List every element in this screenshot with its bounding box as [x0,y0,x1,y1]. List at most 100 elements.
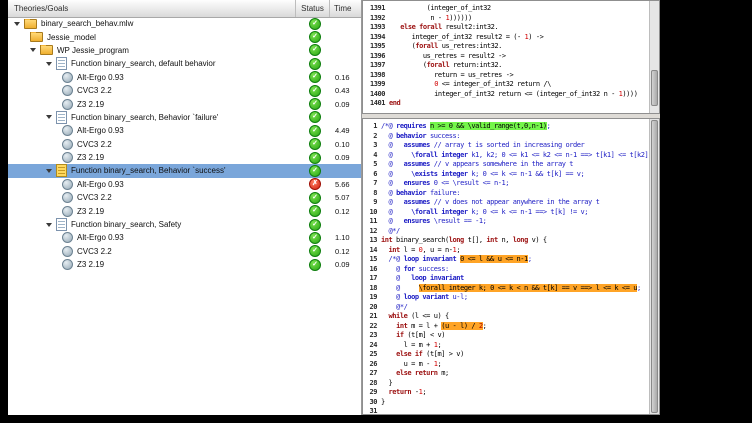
code-line: 21 while (l <= u) { [365,312,650,322]
code-line: 1400 integer_of_int32 return <= (integer… [365,90,650,100]
tree-row-label: Function binary_search, default behavior [71,59,216,68]
tree-row-label: Z3 2.19 [77,153,104,162]
folder-icon [30,32,43,42]
time-cell: 0.16 [335,73,350,82]
tree-row[interactable]: Function binary_search, Behavior `failur… [8,111,361,124]
tree-row[interactable]: Z3 2.19✓0.12 [8,204,361,217]
code-line: 15 /*@ loop invariant 0 <= l && u <= n-1… [365,255,650,265]
proof-tree-panel[interactable]: Theories/Goals Status Time binary_search… [8,0,362,415]
tree-row[interactable]: Alt-Ergo 0.93✓1.10 [8,231,361,244]
tree-row[interactable]: Jessie_model✓ [8,30,361,43]
line-number: 12 [365,227,377,237]
source-view-panel[interactable]: 1/*@ requires n >= 0 && \valid_range(t,0… [362,118,660,415]
tree-row-label: Alt-Ergo 0.93 [77,233,124,242]
code-line: 1393 else forall result2:int32. [365,23,650,33]
tree-row[interactable]: Z3 2.19✓0.09 [8,151,361,164]
tree-row[interactable]: CVC3 2.2✓0.12 [8,245,361,258]
line-number: 3 [365,141,377,151]
code-line: 20 @*/ [365,303,650,313]
tree-row[interactable]: Function binary_search, default behavior… [8,57,361,70]
tree-row[interactable]: binary_search_behav.mlw ✓ [8,17,361,30]
code-line: 17 @ loop invariant [365,274,650,284]
tree-row[interactable]: CVC3 2.2✓5.07 [8,191,361,204]
code-line: 24 l = m + 1; [365,341,650,351]
line-number: 1401 [365,99,385,109]
status-fail-icon: ✗ [309,178,321,190]
column-header-theories[interactable]: Theories/Goals [8,0,296,17]
source-scrollbar-thumb[interactable] [651,120,658,413]
prover-icon [62,152,73,163]
task-scrollbar[interactable] [649,1,659,113]
tree-row[interactable]: CVC3 2.2✓0.43 [8,84,361,97]
code-line: 25 else if (t[m] > v) [365,350,650,360]
prover-icon [62,99,73,110]
status-ok-icon: ✓ [309,125,321,137]
tree-row[interactable]: Function binary_search, Safety✓ [8,218,361,231]
task-scrollbar-thumb[interactable] [651,70,658,106]
tree-row-label: WP Jessie_program [57,46,129,55]
column-header-time[interactable]: Time [330,0,361,17]
time-cell: 1.10 [335,233,350,242]
time-cell: 0.10 [335,140,350,149]
expander-down-icon[interactable] [46,169,52,173]
code-line: 10 @ \forall integer k; 0 <= k <= n-1 ==… [365,208,650,218]
time-cell: 4.49 [335,126,350,135]
line-number: 1400 [365,90,385,100]
line-number: 24 [365,341,377,351]
expander-down-icon[interactable] [14,22,20,26]
expander-down-icon[interactable] [46,115,52,119]
status-ok-icon: ✓ [309,18,321,30]
tree-row-label: binary_search_behav.mlw [41,19,133,28]
column-header-status[interactable]: Status [296,0,330,17]
expander-down-icon[interactable] [30,48,36,52]
line-number: 1392 [365,14,385,24]
tree-row[interactable]: Alt-Ergo 0.93 ✓ 4.49 [8,124,361,137]
code-line: 4 @ \forall integer k1, k2; 0 <= k1 <= k… [365,151,650,161]
line-number: 18 [365,284,377,294]
tree-row[interactable]: WP Jessie_program✓ [8,44,361,57]
line-number: 26 [365,360,377,370]
folder-icon [40,45,53,55]
tree-row-label: CVC3 2.2 [77,140,112,149]
code-line: 1397 (forall return:int32. [365,61,650,71]
code-line: 6 @ \exists integer k; 0 <= k <= n-1 && … [365,170,650,180]
code-line: 31 [365,407,650,414]
expander-down-icon[interactable] [46,223,52,227]
tree-row-label: Function binary_search, Safety [71,220,181,229]
status-ok-icon: ✓ [309,98,321,110]
code-line: 12 @*/ [365,227,650,237]
tree-row-label: Jessie_model [47,33,96,42]
tree-row-label: Alt-Ergo 0.93 [77,126,124,135]
code-line: 1398 return = us_retres -> [365,71,650,81]
tree-row[interactable]: Alt-Ergo 0.93✗5.66 [8,178,361,191]
code-line: 1396 us_retres = result2 -> [365,52,650,62]
code-line: 5 @ assumes // v appears somewhere in th… [365,160,650,170]
line-number: 30 [365,398,377,408]
line-number: 4 [365,151,377,161]
expander-down-icon[interactable] [46,62,52,66]
code-line: 23 if (t[m] < v) [365,331,650,341]
tree-row[interactable]: Z3 2.19✓0.09 [8,97,361,110]
why3-ide-window: Theories/Goals Status Time binary_search… [8,0,660,415]
code-line: 11 @ ensures \result == -1; [365,217,650,227]
tree-row-label: Function binary_search, Behavior `succes… [71,166,226,175]
tree-row[interactable]: CVC3 2.2✓0.10 [8,138,361,151]
status-ok-icon: ✓ [309,259,321,271]
task-view-panel[interactable]: 1391 (integer_of_int321392 n - 1))))))13… [362,0,660,114]
code-line: 22 int m = l + (u - l) / 2; [365,322,650,332]
tree-row-label: Alt-Ergo 0.93 [77,73,124,82]
code-line: 28 } [365,379,650,389]
status-ok-icon: ✓ [309,58,321,70]
line-number: 1394 [365,33,385,43]
line-number: 25 [365,350,377,360]
tree-header: Theories/Goals Status Time [8,0,361,18]
line-number: 29 [365,388,377,398]
line-number: 1395 [365,42,385,52]
tree-row-label: CVC3 2.2 [77,193,112,202]
status-ok-icon: ✓ [309,111,321,123]
tree-row[interactable]: Z3 2.19✓0.09 [8,258,361,271]
status-ok-icon: ✓ [309,85,321,97]
tree-row[interactable]: Alt-Ergo 0.93✓0.16 [8,71,361,84]
source-scrollbar[interactable] [649,119,659,414]
tree-row[interactable]: Function binary_search, Behavior `succes… [8,164,361,177]
